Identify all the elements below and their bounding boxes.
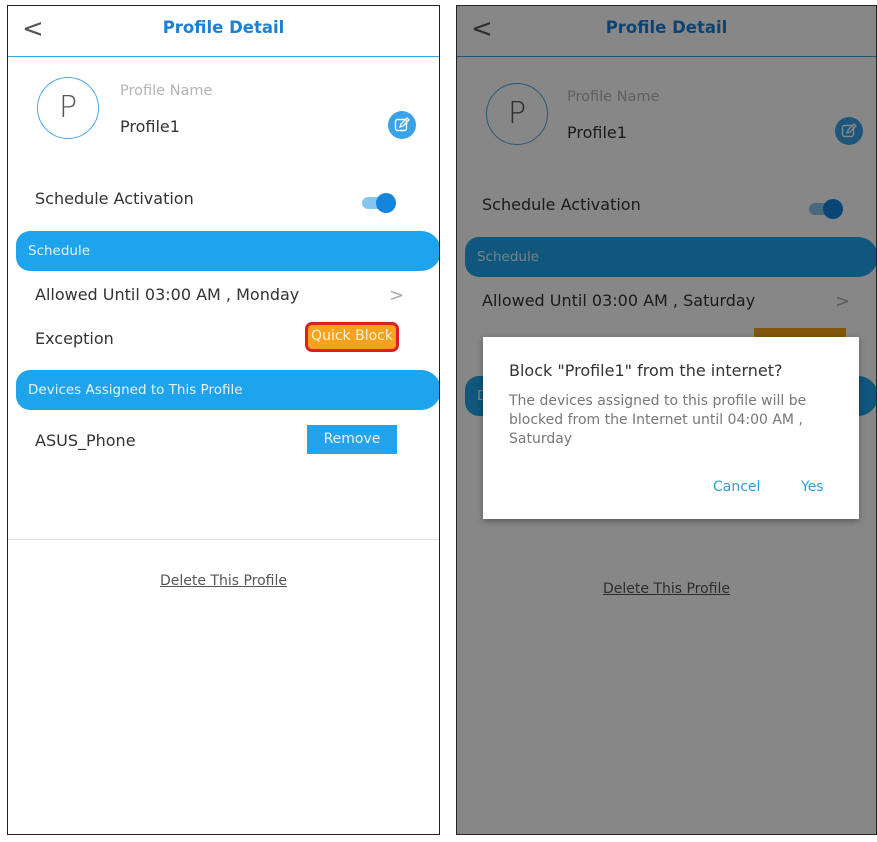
schedule-activation-toggle[interactable]: [362, 192, 396, 214]
cancel-button[interactable]: Cancel: [713, 479, 760, 495]
dialog-title: Block "Profile1" from the internet?: [509, 361, 783, 380]
profile-name-label: Profile Name: [120, 83, 213, 99]
profile-avatar: P: [37, 77, 99, 139]
app-header: < Profile Detail: [8, 6, 439, 57]
edit-icon[interactable]: [388, 111, 416, 139]
divider: [8, 539, 439, 540]
toggle-knob: [376, 193, 396, 213]
devices-section-header: Devices Assigned to This Profile: [16, 370, 439, 410]
remove-device-button[interactable]: Remove: [307, 425, 397, 454]
schedule-activation-label: Schedule Activation: [35, 189, 194, 208]
block-confirm-dialog: Block "Profile1" from the internet? The …: [483, 337, 859, 519]
schedule-section-header: Schedule: [16, 231, 439, 271]
avatar-letter: P: [58, 90, 78, 125]
allowed-until-text[interactable]: Allowed Until 03:00 AM , Monday: [35, 285, 299, 304]
dialog-message: The devices assigned to this profile wil…: [509, 393, 807, 447]
yes-button[interactable]: Yes: [801, 479, 824, 495]
profile-detail-screen: < Profile Detail P Profile Name Profile1…: [7, 5, 440, 835]
profile-name-value: Profile1: [120, 117, 180, 136]
delete-profile-link[interactable]: Delete This Profile: [8, 573, 439, 589]
page-title: Profile Detail: [162, 18, 285, 37]
quick-block-button[interactable]: Quick Block: [305, 322, 399, 352]
chevron-right-icon[interactable]: >: [389, 285, 404, 306]
exception-label: Exception: [35, 329, 114, 348]
profile-detail-screen-dialog: < Profile Detail P Profile Name Profile1…: [456, 5, 877, 835]
device-name: ASUS_Phone: [35, 431, 136, 450]
